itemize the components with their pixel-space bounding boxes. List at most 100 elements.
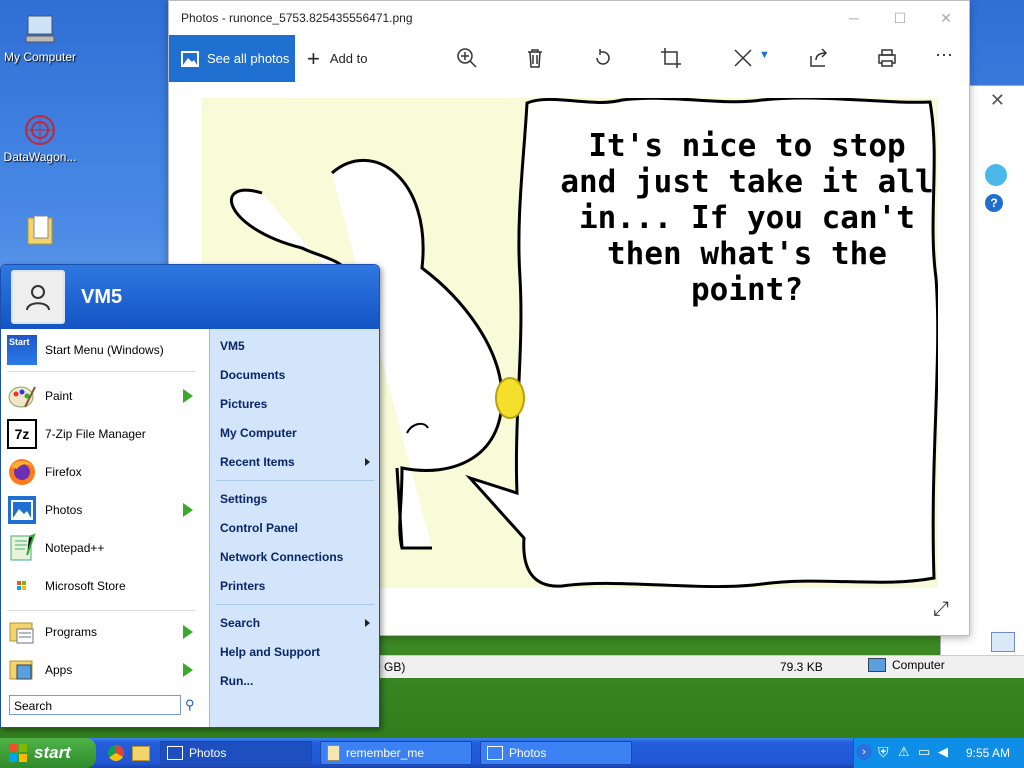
network-icon[interactable]: ⚠ <box>898 744 910 760</box>
desktop-icon-label: My Computer <box>3 50 77 64</box>
photo-icon <box>181 50 199 67</box>
desktop-icon-my-computer[interactable]: My Computer <box>0 12 80 64</box>
pinned-label: 7-Zip File Manager <box>45 427 146 441</box>
desktop-icon-datawagon[interactable]: DataWagon... <box>0 112 80 164</box>
start-label: start <box>34 743 71 762</box>
submenu-arrow-icon <box>365 458 370 466</box>
display-icon[interactable]: ▭ <box>918 744 930 760</box>
right-item-run[interactable]: Run... <box>220 674 370 688</box>
submenu-arrow-icon[interactable] <box>183 663 193 677</box>
status-location-label: Computer <box>892 658 945 672</box>
clock[interactable]: 9:55 AM <box>966 746 1010 760</box>
expand-icon[interactable]: ⤢ <box>933 598 949 621</box>
pinned-microsoft-store[interactable]: Microsoft Store <box>7 569 203 603</box>
pinned-start-menu-windows[interactable]: Start Start Menu (Windows) <box>7 333 203 367</box>
task-label: remember_me <box>346 746 425 760</box>
pinned-label: Firefox <box>45 465 82 479</box>
pinned-photos[interactable]: Photos <box>7 493 203 527</box>
recent-items-label: Recent Items <box>220 455 295 469</box>
right-item-my-computer[interactable]: My Computer <box>220 426 370 440</box>
share-icon[interactable] <box>808 47 830 69</box>
see-all-photos-button[interactable]: See all photos <box>169 35 295 82</box>
show-hidden-icons-icon[interactable]: › <box>856 744 872 760</box>
right-item-printers[interactable]: Printers <box>220 579 370 593</box>
photos-icon <box>167 746 183 760</box>
help-icon[interactable]: ? <box>985 194 1003 212</box>
view-toggle-icon[interactable] <box>991 632 1015 652</box>
start-menu-header: VM5 <box>1 265 379 329</box>
right-item-settings[interactable]: Settings <box>220 492 370 506</box>
paint-icon <box>8 386 36 408</box>
submenu-arrow-icon[interactable] <box>183 389 193 403</box>
search-icon[interactable]: ⚲ <box>185 697 195 713</box>
print-icon[interactable] <box>876 47 898 69</box>
photos-icon <box>487 746 503 760</box>
task-label: Photos <box>509 746 547 760</box>
see-all-label: See all photos <box>207 51 290 66</box>
pinned-firefox[interactable]: Firefox <box>7 455 203 489</box>
desktop-icon-folder[interactable] <box>0 212 80 250</box>
plus-icon: + <box>307 45 320 71</box>
close-icon[interactable]: ✕ <box>990 90 1005 111</box>
more-options-icon[interactable]: ⋯ <box>935 45 953 66</box>
right-item-vm5[interactable]: VM5 <box>220 339 370 353</box>
right-item-documents[interactable]: Documents <box>220 368 370 382</box>
task-remember-me[interactable]: remember_me <box>320 741 472 765</box>
right-item-help-and-support[interactable]: Help and Support <box>220 645 370 659</box>
start-search-input[interactable]: Search <box>9 695 181 715</box>
file-explorer-icon[interactable] <box>132 746 150 761</box>
user-name: VM5 <box>81 285 123 308</box>
microsoft-store-icon <box>17 581 26 590</box>
minimize-button[interactable]: ─ <box>831 1 877 35</box>
start-menu-icon: Start <box>7 335 37 365</box>
chevron-down-icon[interactable]: ▼ <box>759 49 770 61</box>
all-apps[interactable]: Apps <box>7 653 203 687</box>
edit-icon[interactable] <box>732 47 754 69</box>
avatar[interactable] <box>11 270 65 324</box>
add-to-label: Add to <box>329 51 368 66</box>
zoom-in-icon[interactable] <box>456 47 478 69</box>
right-item-recent-items[interactable]: Recent Items <box>220 455 370 469</box>
right-item-pictures[interactable]: Pictures <box>220 397 370 411</box>
windows-logo-icon <box>9 744 27 762</box>
start-menu: VM5 Start Start Menu (Windows) Paint 7z … <box>0 264 380 728</box>
security-shield-icon[interactable]: ⛨ <box>878 744 889 761</box>
firefox-icon <box>9 459 35 485</box>
pinned-label: Paint <box>45 389 73 403</box>
pinned-label: Microsoft Store <box>45 579 126 593</box>
toolbar: See all photos + Add to ▼ ⋯ <box>169 35 969 82</box>
submenu-arrow-icon <box>365 619 370 627</box>
computer-icon <box>868 658 886 672</box>
7zip-icon: 7z <box>7 419 37 449</box>
search-label: Search <box>220 616 261 630</box>
rotate-icon[interactable] <box>592 47 614 69</box>
pinned-7zip[interactable]: 7z 7-Zip File Manager <box>7 417 203 451</box>
maximize-button[interactable]: ☐ <box>877 1 923 35</box>
task-photos-2[interactable]: Photos <box>480 741 632 765</box>
right-item-control-panel[interactable]: Control Panel <box>220 521 370 535</box>
right-item-network-connections[interactable]: Network Connections <box>220 550 370 564</box>
notepad-icon <box>327 745 340 761</box>
pinned-notepadpp[interactable]: Notepad++ <box>7 531 203 565</box>
photos-icon <box>8 496 36 524</box>
add-to-button[interactable]: + Add to <box>307 35 367 82</box>
start-menu-right: VM5 Documents Pictures My Computer Recen… <box>209 329 379 727</box>
submenu-arrow-icon[interactable] <box>183 503 193 517</box>
crop-icon[interactable] <box>660 47 682 69</box>
taskbar: start Photos remember_me Photos › ⛨ ⚠ ▭ … <box>0 738 1024 768</box>
notepadpp-icon <box>10 533 36 561</box>
shell-icon <box>985 164 1007 186</box>
programs-label: Programs <box>45 625 98 639</box>
chrome-icon[interactable] <box>108 745 124 761</box>
delete-icon[interactable] <box>524 47 546 69</box>
right-item-search[interactable]: Search <box>220 616 370 630</box>
start-button[interactable]: start <box>0 738 96 768</box>
close-button[interactable]: ✕ <box>923 1 969 35</box>
start-menu-left: Start Start Menu (Windows) Paint 7z 7-Zi… <box>1 329 208 727</box>
volume-icon[interactable]: ◀ <box>938 744 948 760</box>
pinned-paint[interactable]: Paint <box>7 379 203 413</box>
task-photos-1[interactable]: Photos <box>160 741 312 765</box>
computer-icon <box>22 12 58 48</box>
submenu-arrow-icon[interactable] <box>183 625 193 639</box>
all-programs[interactable]: Programs <box>7 615 203 649</box>
